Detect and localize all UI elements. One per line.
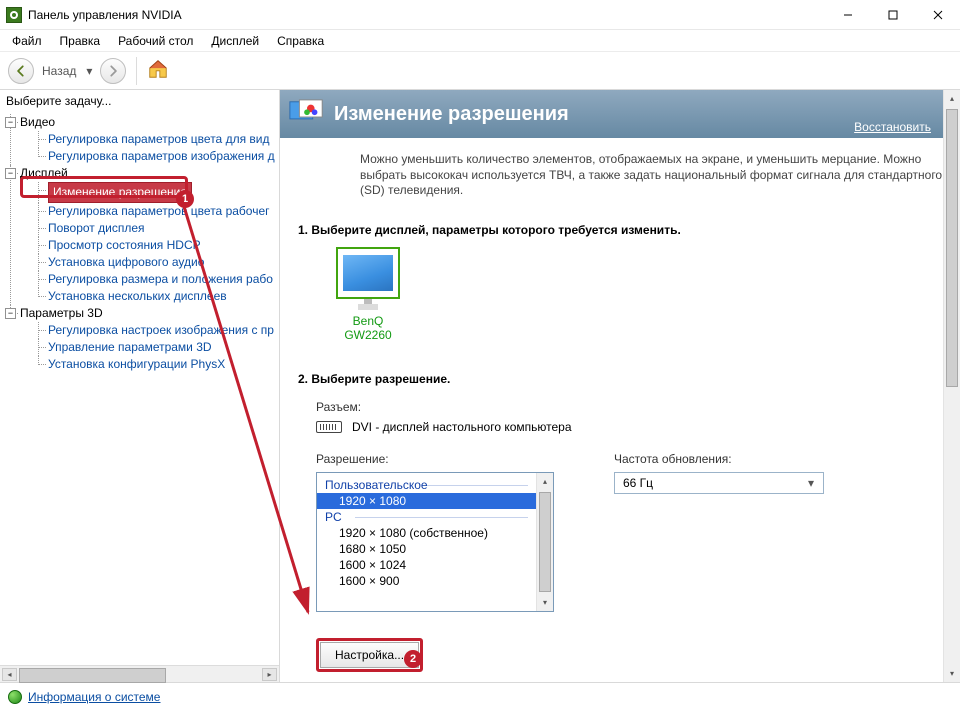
resolution-label: Разрешение:: [316, 448, 554, 472]
step1-title: 1. Выберите дисплей, параметры которого …: [298, 213, 925, 247]
tree-item-multiple-displays[interactable]: Установка нескольких дисплеев: [34, 288, 279, 305]
step2-title: 2. Выберите разрешение.: [298, 342, 925, 396]
back-label: Назад: [38, 64, 78, 78]
home-button[interactable]: [147, 58, 169, 83]
scroll-up-icon[interactable]: ▴: [944, 90, 960, 107]
page-description: Можно уменьшить количество элементов, от…: [280, 138, 943, 213]
refresh-rate-combobox[interactable]: 66 Гц ▾: [614, 472, 824, 494]
resolution-item[interactable]: 1920 × 1080 (собственное): [317, 525, 536, 541]
resolution-item[interactable]: 1680 × 1050: [317, 541, 536, 557]
resolution-item[interactable]: 1600 × 900: [317, 573, 536, 589]
display-selector-item[interactable]: BenQ GW2260: [328, 247, 408, 342]
title-bar: Панель управления NVIDIA: [0, 0, 960, 30]
tree-label-video: Видео: [20, 115, 55, 129]
menu-desktop[interactable]: Рабочий стол: [110, 32, 201, 50]
content-pane: Изменение разрешения Восстановить Можно …: [280, 90, 960, 682]
collapse-icon[interactable]: −: [5, 308, 16, 319]
customize-button[interactable]: Настройка...: [320, 642, 419, 668]
menu-file[interactable]: Файл: [4, 32, 50, 50]
refresh-rate-label: Частота обновления:: [614, 448, 824, 472]
system-info-icon: [8, 690, 22, 704]
tree-item-manage-3d[interactable]: Управление параметрами 3D: [34, 339, 279, 356]
back-history-dropdown[interactable]: ▾: [82, 58, 96, 84]
tree-item-change-resolution[interactable]: Изменение разрешения: [34, 182, 279, 203]
scroll-left-icon[interactable]: ◂: [2, 668, 17, 681]
scroll-up-icon[interactable]: ▴: [537, 473, 553, 490]
tree-label-display: Дисплей: [20, 166, 68, 180]
minimize-button[interactable]: [825, 0, 870, 29]
menu-display[interactable]: Дисплей: [203, 32, 267, 50]
window-title: Панель управления NVIDIA: [28, 8, 825, 22]
menu-help[interactable]: Справка: [269, 32, 332, 50]
chevron-down-icon: ▾: [803, 475, 819, 491]
close-button[interactable]: [915, 0, 960, 29]
system-info-link[interactable]: Информация о системе: [28, 690, 160, 704]
scroll-thumb[interactable]: [19, 668, 260, 681]
resolution-group-custom: Пользовательское: [317, 477, 536, 493]
task-tree-pane: Выберите задачу... − Видео Регулировка п…: [0, 90, 280, 682]
listbox-scrollbar[interactable]: ▴ ▾: [536, 473, 553, 611]
tree-node-display[interactable]: − Дисплей Изменение разрешения Регулиров…: [6, 165, 279, 305]
monitor-label: BenQ GW2260: [328, 310, 408, 342]
connector-value: DVI - дисплей настольного компьютера: [352, 420, 572, 434]
tree-node-video[interactable]: − Видео Регулировка параметров цвета для…: [6, 114, 279, 165]
status-bar: Информация о системе: [0, 682, 960, 710]
task-tree-header: Выберите задачу...: [0, 90, 279, 112]
forward-button[interactable]: [100, 58, 126, 84]
tree-item-size-position[interactable]: Регулировка размера и положения рабо: [34, 271, 279, 288]
content-vertical-scrollbar[interactable]: ▴ ▾: [943, 90, 960, 682]
toolbar: Назад ▾: [0, 52, 960, 90]
nvidia-app-icon: [6, 7, 22, 23]
scroll-thumb[interactable]: [946, 109, 958, 387]
tree-item-hdcp-status[interactable]: Просмотр состояния HDCP: [34, 237, 279, 254]
dvi-connector-icon: [316, 421, 342, 433]
scroll-thumb[interactable]: [539, 492, 551, 592]
page-title: Изменение разрешения: [334, 103, 931, 126]
monitor-icon: [336, 247, 400, 299]
tree-label-3d: Параметры 3D: [20, 306, 103, 320]
tree-item-video-image[interactable]: Регулировка параметров изображения д: [34, 148, 279, 165]
refresh-rate-value: 66 Гц: [623, 476, 653, 490]
tree-item-rotate-display[interactable]: Поворот дисплея: [34, 220, 279, 237]
tree-item-digital-audio[interactable]: Установка цифрового аудио: [34, 254, 279, 271]
tree-node-3d[interactable]: − Параметры 3D Регулировка настроек изоб…: [6, 305, 279, 373]
display-settings-icon: [288, 98, 326, 130]
restore-defaults-link[interactable]: Восстановить: [854, 120, 931, 134]
resolution-item[interactable]: 1600 × 1024: [317, 557, 536, 573]
connector-label: Разъем:: [298, 396, 925, 420]
task-tree[interactable]: − Видео Регулировка параметров цвета для…: [0, 112, 279, 665]
collapse-icon[interactable]: −: [5, 168, 16, 179]
tree-item-3d-image-settings[interactable]: Регулировка настроек изображения с пр: [34, 322, 279, 339]
tree-item-physx[interactable]: Установка конфигурации PhysX: [34, 356, 279, 373]
scroll-right-icon[interactable]: ▸: [262, 668, 277, 681]
tree-item-video-color[interactable]: Регулировка параметров цвета для вид: [34, 131, 279, 148]
maximize-button[interactable]: [870, 0, 915, 29]
toolbar-separator: [136, 57, 137, 85]
resolution-group-pc: PC: [317, 509, 536, 525]
tree-horizontal-scrollbar[interactable]: ◂ ▸: [0, 665, 279, 682]
scroll-down-icon[interactable]: ▾: [537, 594, 553, 611]
resolution-item-selected[interactable]: 1920 × 1080: [317, 493, 536, 509]
resolution-listbox[interactable]: Пользовательское 1920 × 1080 PC 1920 × 1…: [316, 472, 554, 612]
collapse-icon[interactable]: −: [5, 117, 16, 128]
tree-item-desktop-color[interactable]: Регулировка параметров цвета рабочег: [34, 203, 279, 220]
page-header: Изменение разрешения Восстановить: [280, 90, 943, 138]
menu-bar: Файл Правка Рабочий стол Дисплей Справка: [0, 30, 960, 52]
scroll-down-icon[interactable]: ▾: [944, 665, 960, 682]
menu-edit[interactable]: Правка: [52, 32, 109, 50]
back-button[interactable]: [8, 58, 34, 84]
